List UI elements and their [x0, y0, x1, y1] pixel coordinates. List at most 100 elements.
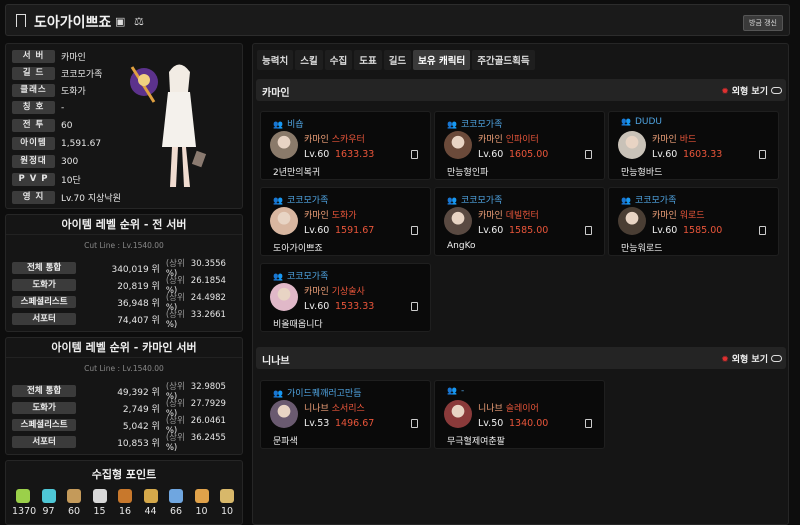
- guild-label: 👥 -: [447, 386, 465, 396]
- item-level: 1533.33: [335, 301, 375, 312]
- toggle-icon[interactable]: [771, 87, 782, 94]
- character-portrait: [270, 131, 298, 159]
- copy-icon[interactable]: [585, 419, 592, 428]
- profile-value: 코코모가족: [61, 70, 103, 80]
- collectible-item[interactable]: 60: [63, 489, 85, 517]
- rank-percent-prefix: (상위 33.2661 %): [165, 310, 226, 330]
- server-header-ninav: 니나브 ✹ 외형 보기: [256, 347, 786, 369]
- guild-icon: 👥: [447, 120, 457, 129]
- guild-icon: 👥: [273, 196, 283, 205]
- rank-number: 20,819 위: [117, 281, 160, 292]
- profile-label: 원정대: [12, 155, 55, 168]
- rank-label: 스페셜리스트: [12, 419, 77, 431]
- tab-2[interactable]: 수집: [324, 50, 353, 70]
- profile-label: P V P: [12, 173, 55, 186]
- collectible-list: 1370 97 60 15 16 44 66 10 10: [12, 489, 238, 517]
- appearance-toggle-label[interactable]: ✹ 외형 보기: [721, 84, 768, 97]
- copy-icon[interactable]: [759, 226, 766, 235]
- tab-5[interactable]: 보유 캐릭터: [413, 50, 471, 70]
- profile-row-guild: 길 드 코코모가족: [12, 66, 102, 81]
- guild-icon: 👥: [273, 120, 283, 129]
- collectible-item[interactable]: 15: [89, 489, 111, 517]
- rank-row: 도화가 2,749 위 (상위 27.7929 %): [12, 399, 238, 419]
- profile-row-estate: 영 지 Lv.70 지상낙원: [12, 190, 121, 205]
- collectible-item[interactable]: 66: [165, 489, 187, 517]
- profile-panel: 서 버 카마인 길 드 코코모가족 클래스 도화가 칭 호- 전 투 60 아이템 1,5…: [5, 43, 243, 209]
- collectible-item[interactable]: 97: [38, 489, 60, 517]
- character-card[interactable]: 👥 가이드퀘깨러고만듬 니나브 소서리스 Lv.53 1496.67 문파색: [260, 380, 431, 449]
- id-card-icon[interactable]: ▣: [115, 15, 125, 28]
- tab-0[interactable]: 능력치: [257, 50, 294, 70]
- guild-label: 👥 비숍: [273, 120, 304, 130]
- tab-1[interactable]: 스킬: [295, 50, 323, 70]
- character-card[interactable]: 👥 코코모가족 카마인 워로드 Lv.60 1585.00 만능워로드: [608, 187, 779, 256]
- character-portrait: [618, 131, 646, 159]
- collectible-item[interactable]: 16: [114, 489, 136, 517]
- profile-row-expedition: 원정대 300: [12, 154, 78, 169]
- guild-label: 👥 코코모가족: [273, 272, 329, 282]
- scale-icon[interactable]: ⚖: [134, 15, 144, 28]
- collectible-value: 1370: [12, 506, 37, 517]
- character-card[interactable]: 👥 비숍 카마인 스카우터 Lv.60 1633.33 2년만의복귀: [260, 111, 431, 180]
- copy-icon[interactable]: [411, 226, 418, 235]
- server-name: 니나브: [262, 356, 290, 367]
- refresh-button[interactable]: 방금 갱신: [743, 15, 783, 31]
- copy-icon[interactable]: [411, 150, 418, 159]
- copy-icon[interactable]: [585, 226, 592, 235]
- appearance-toggle-label[interactable]: ✹ 외형 보기: [721, 352, 768, 365]
- character-card[interactable]: 👥 코코모가족 카마인 기상술사 Lv.60 1533.33 비올때옵니다: [260, 263, 431, 332]
- copy-icon[interactable]: [411, 302, 418, 311]
- server-class: 카마인 스카우터: [304, 135, 365, 145]
- rank-percent-prefix: (상위 36.2455 %): [165, 433, 226, 453]
- profile-value: -: [61, 102, 65, 113]
- rank-row: 전체 통합 49,392 위 (상위 32.9805 %): [12, 382, 238, 402]
- main-panel: 능력치 스킬 수집 도표 길드 보유 캐릭터 주간골드획득 카마인 ✹ 외형 보기 👥 비숍 카마…: [252, 43, 789, 525]
- collectible-item[interactable]: 1370: [12, 489, 37, 517]
- character-name-label: 비올때옵니다: [273, 320, 323, 330]
- item-level: 1605.00: [509, 149, 549, 160]
- character-card[interactable]: 👥 코코모가족 카마인 인파이터 Lv.60 1605.00 만능형인파: [434, 111, 605, 180]
- rank-row: 서포터 10,853 위 (상위 36.2455 %): [12, 433, 238, 453]
- tab-6[interactable]: 주간골드획득: [472, 50, 535, 70]
- item-level: 1603.33: [683, 149, 723, 160]
- tab-4[interactable]: 길드: [383, 50, 412, 70]
- profile-label: 서 버: [12, 50, 55, 63]
- guild-icon: 👥: [621, 117, 631, 126]
- collectible-item[interactable]: 10: [216, 489, 238, 517]
- character-portrait: [270, 283, 298, 311]
- tab-bar: 능력치 스킬 수집 도표 길드 보유 캐릭터 주간골드획득: [257, 50, 535, 70]
- copy-icon[interactable]: [585, 150, 592, 159]
- profile-row-item: 아이템 1,591.67: [12, 136, 101, 151]
- guild-label: 👥 코코모가족: [273, 196, 329, 206]
- copy-icon[interactable]: [411, 419, 418, 428]
- tab-3[interactable]: 도표: [354, 50, 382, 70]
- character-card[interactable]: 👥 - 니나브 슬레이어 Lv.50 1340.00 무극혈제여춘팔: [434, 380, 605, 449]
- item-level: 1340.00: [509, 418, 549, 429]
- item-level: 1633.33: [335, 149, 375, 160]
- collectible-item[interactable]: 44: [140, 489, 162, 517]
- rank-server-title: 아이템 레벨 순위 - 카마인 서버: [6, 338, 242, 358]
- character-level: Lv.50: [478, 418, 504, 429]
- profile-row-title: 칭 호-: [12, 100, 64, 115]
- rank-number: 10,853 위: [117, 438, 160, 449]
- profile-label: 길 드: [12, 67, 55, 80]
- character-portrait: [618, 207, 646, 235]
- item-level: 1496.67: [335, 418, 375, 429]
- giant-heart-icon: [92, 489, 107, 503]
- collectible-item[interactable]: 10: [191, 489, 213, 517]
- collectible-value: 10: [195, 506, 208, 517]
- character-card[interactable]: 👥 DUDU 카마인 바드 Lv.60 1603.33 만능형바드: [608, 111, 779, 180]
- character-card[interactable]: 👥 코코모가족 카마인 도화가 Lv.60 1591.67 도아가이쁘죠: [260, 187, 431, 256]
- profile-row-server: 서 버 카마인: [12, 49, 86, 64]
- profile-value: 60: [61, 120, 73, 131]
- rank-label: 도화가: [12, 402, 77, 414]
- character-name-label: AngKo: [447, 241, 476, 251]
- rank-label: 서포터: [12, 313, 77, 325]
- copy-icon[interactable]: [759, 150, 766, 159]
- server-header-kamain: 카마인 ✹ 외형 보기: [256, 79, 786, 101]
- character-card[interactable]: 👥 코코모가족 카마인 데빌헌터 Lv.60 1585.00 AngKo: [434, 187, 605, 256]
- toggle-icon[interactable]: [771, 355, 782, 362]
- server-class: 카마인 도화가: [304, 211, 357, 221]
- server-class: 카마인 워로드: [652, 211, 705, 221]
- bookmark-icon[interactable]: [16, 14, 26, 27]
